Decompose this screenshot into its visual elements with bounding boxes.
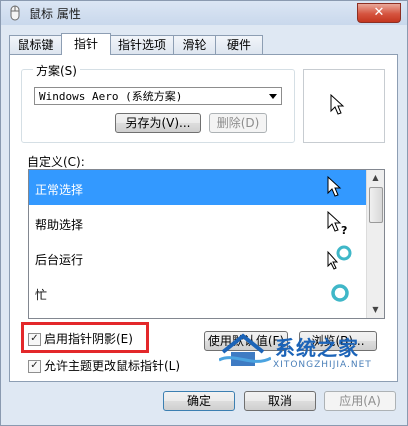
list-scrollbar[interactable]: ▲ ▼ [366, 170, 384, 318]
checkmark-icon[interactable]: ✓ [28, 360, 41, 373]
window-title: 鼠标 属性 [29, 7, 81, 21]
scheme-dropdown[interactable]: Windows Aero (系统方案) [34, 87, 282, 105]
scroll-down-icon[interactable]: ▼ [368, 302, 383, 318]
pointer-list[interactable]: 正常选择 帮助选择 ? 后台运行 忙 ▲ ▼ [28, 169, 385, 319]
ok-button[interactable]: 确定 [163, 391, 235, 411]
list-item-label: 正常选择 [35, 183, 84, 197]
pointer-preview [303, 69, 385, 143]
scheme-selected-value: Windows Aero (系统方案) [39, 90, 183, 103]
arrow-cursor-icon [327, 175, 342, 197]
tab-pointer-options[interactable]: 指针选项 [110, 35, 174, 54]
busy-cursor-icon [331, 284, 349, 302]
cancel-button[interactable]: 取消 [244, 391, 316, 411]
tab-pointers[interactable]: 指针 [61, 33, 111, 55]
list-item-label: 忙 [35, 288, 48, 302]
tab-buttons[interactable]: 鼠标键 [9, 35, 62, 54]
list-item[interactable]: 忙 [29, 275, 366, 310]
tab-wheel[interactable]: 滑轮 [173, 35, 216, 54]
save-as-button[interactable]: 另存为(V)... [115, 113, 201, 133]
watermark: 系统之家 XITONGZHIJIA.NET [213, 328, 408, 380]
list-item[interactable]: 帮助选择 ? [29, 205, 366, 240]
chevron-down-icon[interactable] [269, 94, 277, 99]
watermark-domain: XITONGZHIJIA.NET [273, 360, 372, 370]
help-cursor-icon: ? [327, 210, 347, 237]
list-item[interactable]: 后台运行 [29, 240, 366, 275]
scroll-thumb[interactable] [369, 187, 383, 223]
scroll-up-icon[interactable]: ▲ [368, 170, 383, 186]
customize-label: 自定义(C): [27, 155, 85, 169]
list-item-label: 后台运行 [35, 253, 84, 267]
tab-hardware[interactable]: 硬件 [215, 35, 263, 54]
scheme-label: 方案(S) [33, 62, 80, 79]
list-item[interactable]: 正常选择 [29, 170, 366, 205]
list-item-label: 帮助选择 [35, 218, 84, 232]
close-icon: ✕ [373, 5, 385, 20]
mouse-icon [10, 5, 20, 21]
house-logo-icon [219, 333, 271, 366]
close-button[interactable]: ✕ [357, 3, 401, 23]
watermark-text: 系统之家 [275, 336, 359, 360]
highlight-frame [21, 322, 149, 353]
apply-button[interactable]: 应用(A) [324, 391, 396, 411]
svg-text:?: ? [341, 224, 347, 237]
allow-theme-change-label: 允许主题更改鼠标指针(L) [44, 359, 181, 373]
arrow-cursor-icon [330, 94, 345, 115]
title-bar[interactable]: 鼠标 属性 ✕ [1, 1, 407, 25]
mouse-properties-dialog: 鼠标 属性 ✕ 鼠标键 指针 指针选项 滑轮 硬件 方案(S) Windows … [0, 0, 408, 426]
working-in-background-cursor-icon [327, 245, 352, 270]
delete-button[interactable]: 删除(D) [209, 113, 267, 133]
